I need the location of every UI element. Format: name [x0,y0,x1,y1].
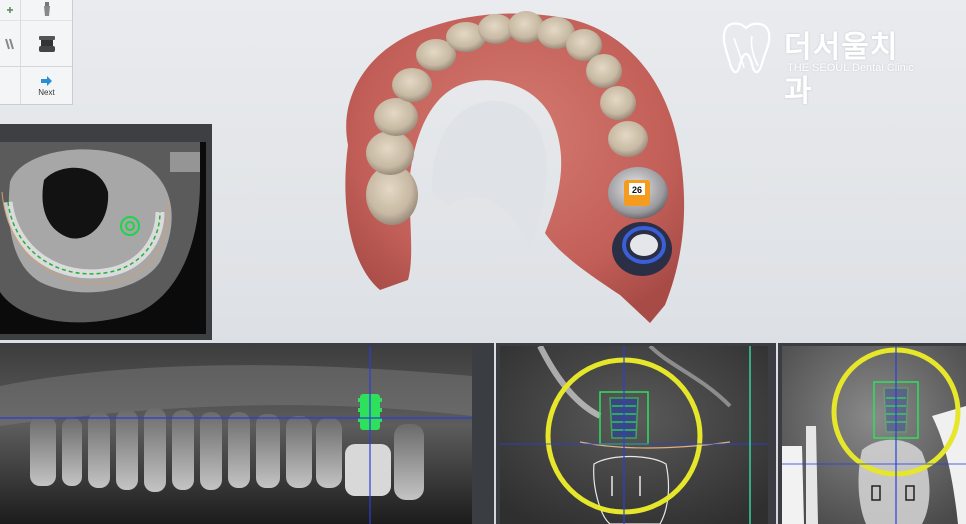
tooth-logo-icon [722,22,771,74]
cross-section-panel-1[interactable] [496,343,776,524]
logo-english-text: THE SEOUL Dental Clinic [787,62,914,74]
axial-ct-image [0,142,206,334]
dental-arch-model: 26 [345,11,685,324]
axial-ct-panel[interactable] [0,124,212,340]
panoramic-crown [345,444,391,496]
cross-section-image-1 [500,346,768,524]
tool-panel: Next [0,0,73,105]
clinic-logo: 더서울치과 THE SEOUL Dental Clinic [716,20,926,108]
tool-button-blank[interactable] [0,66,20,105]
panoramic-xray-image [0,346,472,524]
tool-button-cylinder[interactable] [21,20,72,67]
cross-section-view-1[interactable] [500,346,768,524]
drill-icon [5,38,14,50]
axial-ct-view[interactable] [0,142,206,334]
intraoral-scan-view[interactable]: 26 [320,5,700,330]
implant-icon [43,2,50,16]
cross-section-image-2 [782,346,966,524]
tool-button-implant[interactable] [21,0,72,20]
cross-section-view-2[interactable] [782,346,966,524]
panoramic-panel[interactable] [0,343,494,524]
tool-button-drill[interactable] [0,20,20,67]
panoramic-view[interactable] [0,346,472,524]
plus-icon [7,7,13,13]
cross-section-panel-2[interactable] [778,343,966,524]
next-arrow-icon [41,75,53,86]
tooth-number-label: 26 [632,185,642,195]
next-label: Next [38,87,55,97]
tool-button-add[interactable] [0,0,20,20]
next-button[interactable]: Next [21,66,72,105]
cylinder-icon [38,36,55,52]
